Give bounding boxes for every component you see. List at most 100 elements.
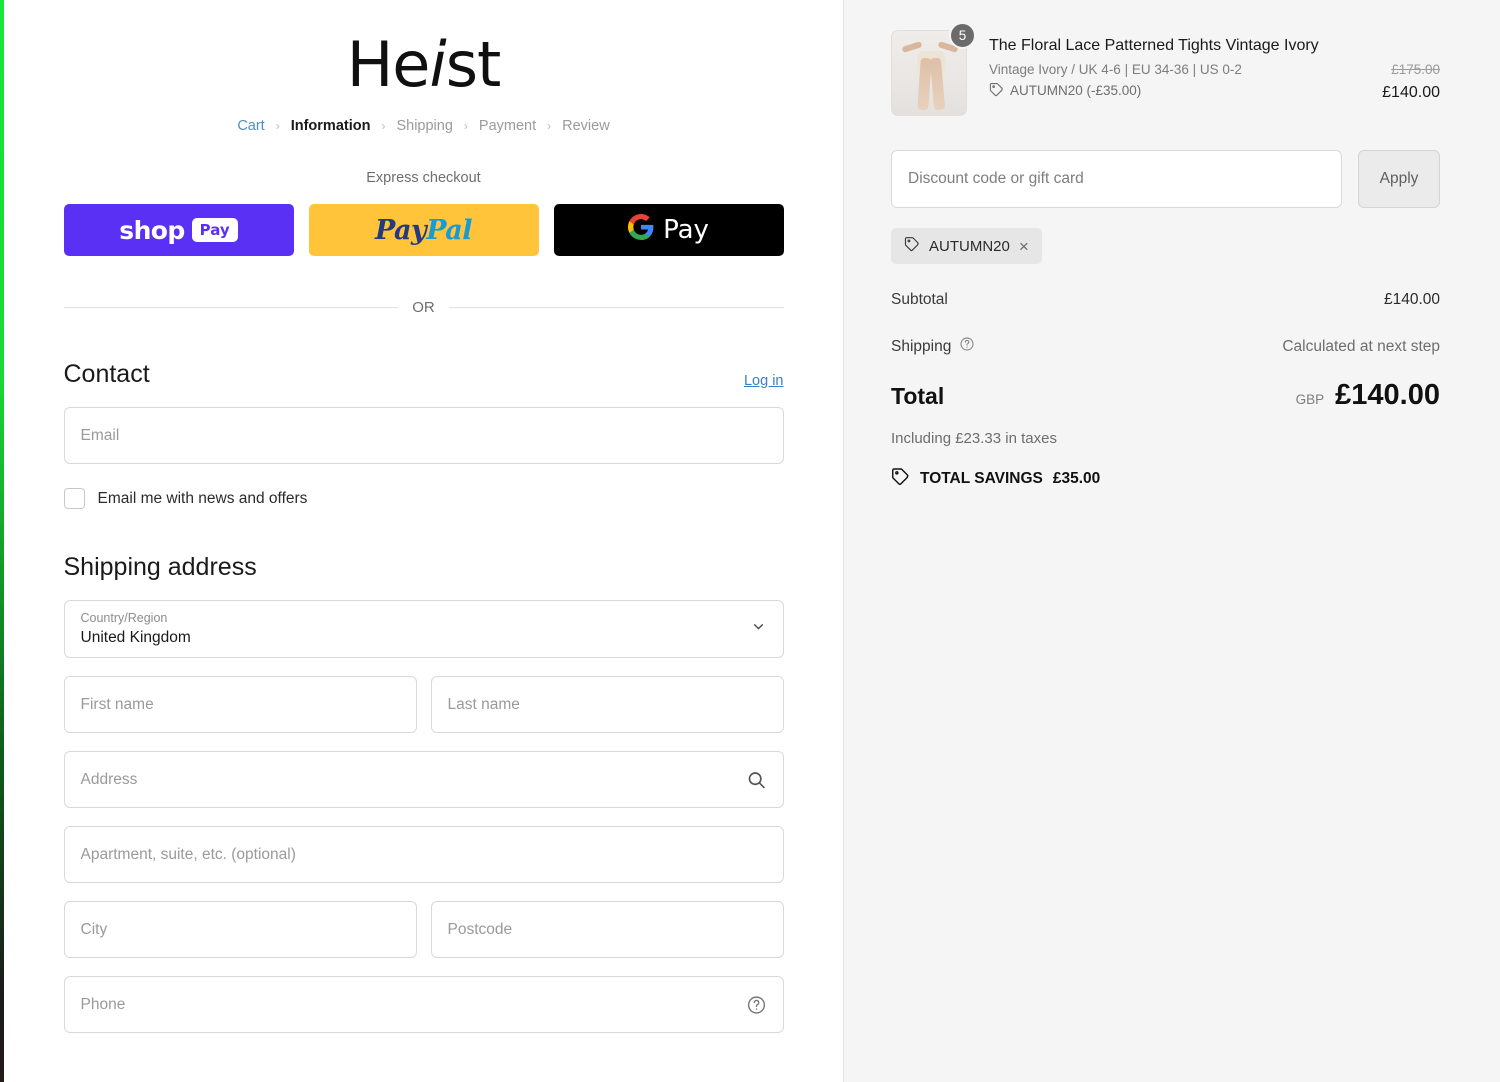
subtotal-row: Subtotal £140.00 xyxy=(891,291,1440,309)
paypal-label-pal: Pal xyxy=(426,214,473,246)
order-summary-pane: 5 The Floral Lace Patterned Tights Vinta… xyxy=(843,0,1500,1082)
currency-code: GBP xyxy=(1295,392,1325,407)
breadcrumb-item-information[interactable]: Information xyxy=(291,118,371,134)
chevron-right-icon: › xyxy=(547,119,552,133)
checkout-page: Heist Cart › Information › Shipping › Pa… xyxy=(0,0,1500,1082)
tag-icon xyxy=(891,467,910,491)
country-region-value: United Kingdom xyxy=(80,629,191,647)
total-row: Total GBP £140.00 xyxy=(891,379,1440,412)
breadcrumb-item-shipping: Shipping xyxy=(396,118,453,134)
logo-part-b: st xyxy=(445,28,502,101)
country-region-select[interactable]: Country/Region United Kingdom xyxy=(63,600,784,658)
name-row: First name Last name xyxy=(63,658,784,733)
apartment-placeholder: Apartment, suite, etc. (optional) xyxy=(80,845,296,863)
address-field[interactable]: Address xyxy=(63,751,784,808)
help-circle-icon[interactable] xyxy=(959,336,975,357)
line-item-details: The Floral Lace Patterned Tights Vintage… xyxy=(989,30,1323,100)
newsletter-label: Email me with news and offers xyxy=(97,489,308,507)
breadcrumb: Cart › Information › Shipping › Payment … xyxy=(64,118,784,134)
divider-line-right xyxy=(448,307,784,308)
total-savings-value: £35.00 xyxy=(1052,470,1101,487)
last-name-placeholder: Last name xyxy=(447,695,520,713)
paypal-label-pay: Pay xyxy=(374,214,427,246)
paypal-button[interactable]: PayPal xyxy=(308,204,539,256)
phone-placeholder: Phone xyxy=(80,995,126,1013)
quantity-badge: 5 xyxy=(949,22,976,49)
newsletter-checkbox[interactable] xyxy=(63,488,85,509)
subtotal-value: £140.00 xyxy=(1383,291,1440,308)
paypal-logo: PayPal xyxy=(374,214,473,246)
country-region-label: Country/Region xyxy=(80,611,168,625)
shop-pay-button[interactable]: shop Pay xyxy=(63,204,294,256)
line-item-discount: AUTUMN20 (-£35.00) xyxy=(989,82,1323,100)
product-price-original: £175.00 xyxy=(1391,62,1440,77)
total-value: £140.00 xyxy=(1335,379,1440,411)
newsletter-checkbox-row[interactable]: Email me with news and offers xyxy=(63,488,784,509)
postcode-field[interactable]: Postcode xyxy=(430,901,784,958)
taxes-note: Including £23.33 in taxes xyxy=(891,430,1057,447)
chevron-right-icon: › xyxy=(381,119,386,133)
shipping-label-wrap: Shipping xyxy=(891,336,975,357)
apartment-field[interactable]: Apartment, suite, etc. (optional) xyxy=(63,826,784,883)
product-title: The Floral Lace Patterned Tights Vintage… xyxy=(989,37,1319,54)
google-pay-button[interactable]: Pay xyxy=(553,204,784,256)
product-variant: Vintage Ivory / UK 4-6 | EU 34-36 | US 0… xyxy=(989,61,1242,77)
tag-icon xyxy=(989,82,1004,100)
shipping-row: Shipping Calculated at next step xyxy=(891,336,1440,357)
total-label: Total xyxy=(891,383,945,409)
tag-icon xyxy=(904,236,920,256)
line-item-pricing: £175.00 £140.00 xyxy=(1345,30,1440,102)
google-g-icon xyxy=(628,213,654,247)
google-pay-label: Pay xyxy=(663,215,709,245)
email-placeholder: Email xyxy=(80,426,120,444)
applied-discount-chip: AUTUMN20 × xyxy=(891,228,1042,264)
first-name-placeholder: First name xyxy=(80,695,154,713)
search-icon[interactable] xyxy=(746,769,767,790)
logo-part-a: He xyxy=(346,28,431,101)
line-item-discount-text: AUTUMN20 (-£35.00) xyxy=(1010,83,1142,99)
total-value-wrap: GBP £140.00 xyxy=(1296,379,1440,412)
breadcrumb-item-cart[interactable]: Cart xyxy=(237,118,264,134)
postcode-placeholder: Postcode xyxy=(447,920,513,938)
city-postcode-row: City Postcode xyxy=(63,883,784,958)
shipping-section-header: Shipping address xyxy=(64,553,784,582)
divider-line-left xyxy=(63,307,399,308)
log-in-link[interactable]: Log in xyxy=(744,373,784,389)
remove-discount-icon[interactable]: × xyxy=(1019,238,1029,255)
chevron-down-icon xyxy=(750,618,767,640)
subtotal-label: Subtotal xyxy=(891,291,948,308)
applied-discount-code: AUTUMN20 xyxy=(929,237,1010,255)
phone-field[interactable]: Phone xyxy=(63,976,784,1033)
last-name-field[interactable]: Last name xyxy=(430,676,784,733)
express-checkout-buttons: shop Pay PayPal Pay xyxy=(63,204,784,256)
browser-edge-artifact xyxy=(0,0,4,1082)
total-savings-row: TOTAL SAVINGS £35.00 xyxy=(891,467,1440,491)
email-field[interactable]: Email xyxy=(63,407,784,464)
product-price-final: £140.00 xyxy=(1382,84,1440,101)
or-label: OR xyxy=(412,299,435,316)
help-circle-icon[interactable] xyxy=(746,994,767,1015)
shipping-value: Calculated at next step xyxy=(1282,337,1440,355)
breadcrumb-item-payment: Payment xyxy=(478,118,537,134)
brand-logo[interactable]: Heist xyxy=(64,34,784,96)
city-placeholder: City xyxy=(80,920,108,938)
contact-title: Contact xyxy=(63,360,150,388)
address-placeholder: Address xyxy=(80,770,138,788)
product-thumbnail-wrap: 5 xyxy=(891,22,976,116)
shipping-address-title: Shipping address xyxy=(63,553,257,581)
or-divider: OR xyxy=(63,299,784,316)
discount-code-placeholder: Discount code or gift card xyxy=(908,170,1084,187)
breadcrumb-item-review: Review xyxy=(562,118,610,134)
first-name-field[interactable]: First name xyxy=(63,676,417,733)
city-field[interactable]: City xyxy=(63,901,417,958)
apply-discount-button[interactable]: Apply xyxy=(1358,150,1440,208)
contact-section-header: Contact Log in xyxy=(64,360,784,389)
discount-row: Discount code or gift card Apply xyxy=(891,150,1440,208)
logo-part-i: i xyxy=(429,28,446,101)
discount-code-input[interactable]: Discount code or gift card xyxy=(891,150,1342,208)
shop-pay-label: shop xyxy=(119,215,185,245)
shop-pay-pill: Pay xyxy=(191,218,238,242)
order-line-item: 5 The Floral Lace Patterned Tights Vinta… xyxy=(891,22,1440,116)
shipping-label: Shipping xyxy=(891,337,952,355)
chevron-right-icon: › xyxy=(463,119,468,133)
